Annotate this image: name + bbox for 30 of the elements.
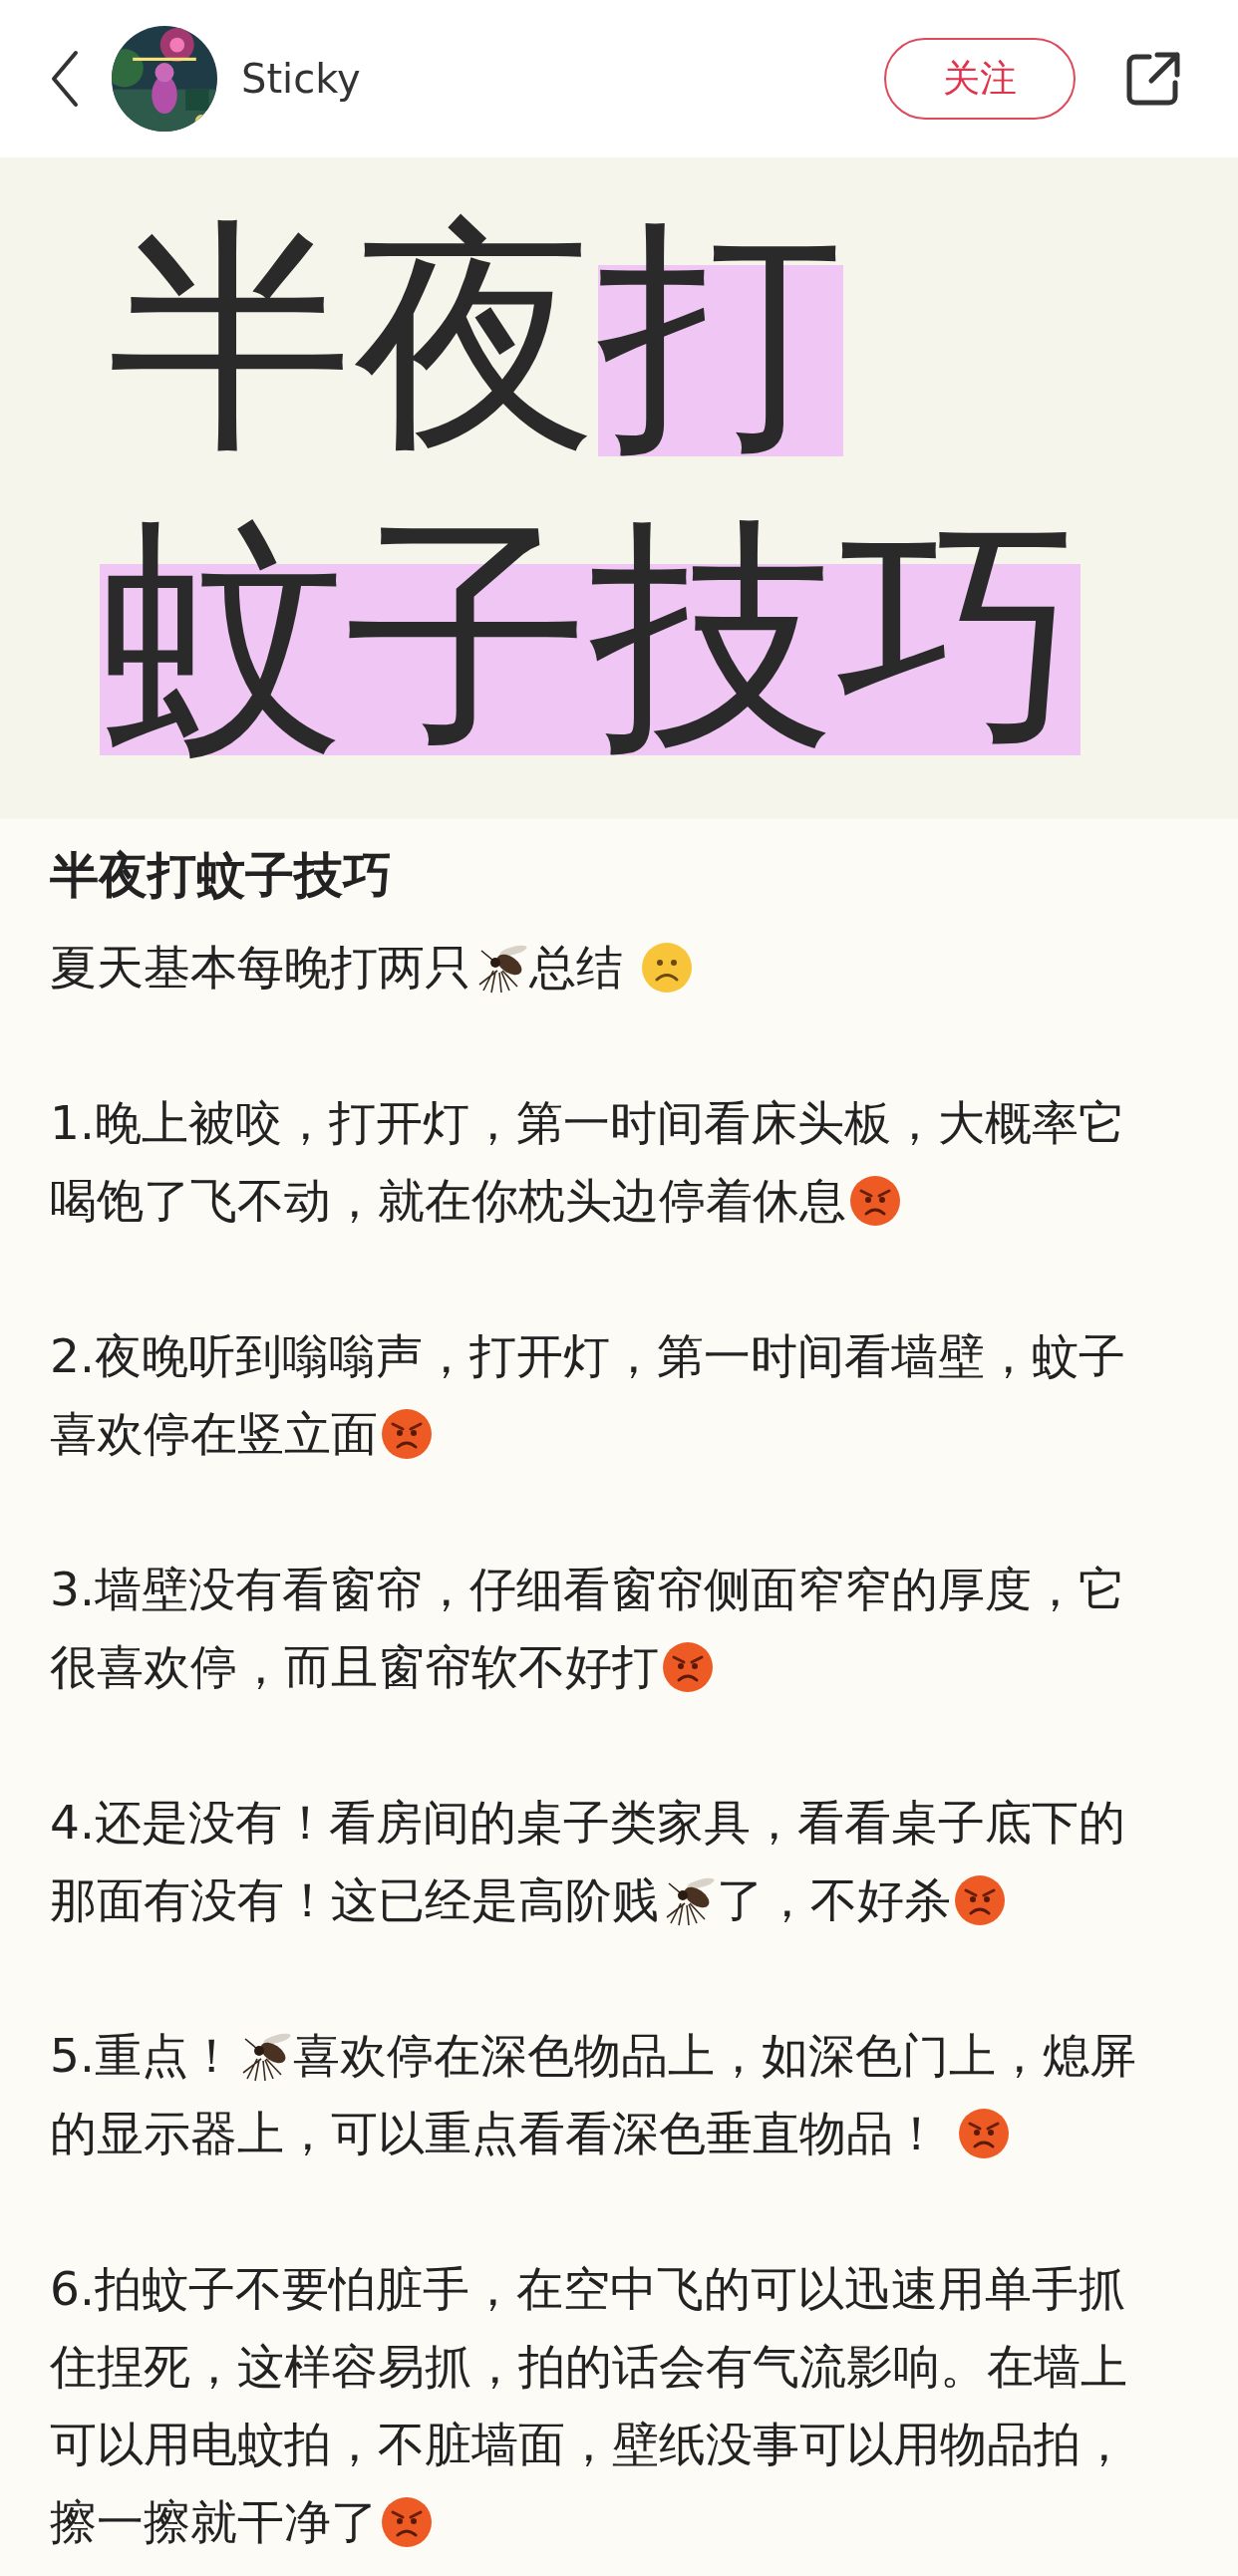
post-text: 3.墙壁没有看窗帘，仔细看窗帘侧面窄窄的厚度，它 [50, 1561, 1125, 1618]
post-text: 住捏死，这样容易抓，拍的话会有气流影响。在墙上 [50, 2338, 1127, 2396]
angry-face-icon [380, 1407, 434, 1461]
post-text: 可以用电蚊拍，不脏墙面，壁纸没事可以用物品拍， [50, 2416, 1127, 2473]
follow-button[interactable]: 关注 [884, 38, 1076, 120]
author-name: Sticky [241, 55, 361, 104]
post-text: 2.夜晚听到嗡嗡声，打开灯，第一时间看墙壁，蚊子 [50, 1327, 1125, 1385]
post-text: 5.重点！ [50, 2027, 235, 2085]
post-text: 4.还是没有！看房间的桌子类家具，看看桌子底下的 [50, 1794, 1125, 1852]
post-text: 那面有没有！这已经是高阶贱 [50, 1871, 659, 1929]
frowning-face-icon [639, 941, 694, 995]
angry-face-icon [848, 1174, 902, 1228]
post-text: 了，不好杀 [717, 1871, 951, 1929]
post-text: 1.晚上被咬，打开灯，第一时间看床头板，大概率它 [50, 1094, 1125, 1152]
back-icon[interactable] [50, 49, 80, 109]
angry-face-icon [380, 2495, 434, 2549]
post-title: 半夜打蚊子技巧 [50, 846, 393, 906]
cover-title: 半夜 [108, 194, 598, 479]
post-text: 擦一擦就干净了 [50, 2493, 378, 2551]
post-text: 6.拍蚊子不要怕脏手，在空中飞的可以迅速用单手抓 [50, 2260, 1125, 2318]
post-text: 总结 [529, 939, 624, 997]
post-text: 夏天基本每晚打两只 [50, 939, 471, 997]
post-text: 喜欢停在深色物品上，如深色门上，熄屏 [292, 2027, 1136, 2085]
angry-face-icon [661, 1640, 715, 1694]
angry-face-icon [953, 1873, 1007, 1927]
post-text: 很喜欢停，而且窗帘软不好打 [50, 1638, 659, 1696]
post-text: 的显示器上，可以重点看看深色垂直物品！ [50, 2105, 941, 2162]
post-text: 喜欢停在竖立面 [50, 1405, 378, 1463]
angry-face-icon [956, 2107, 1011, 2160]
post-text: 喝饱了飞不动，就在你枕头边停着休息 [50, 1172, 846, 1230]
